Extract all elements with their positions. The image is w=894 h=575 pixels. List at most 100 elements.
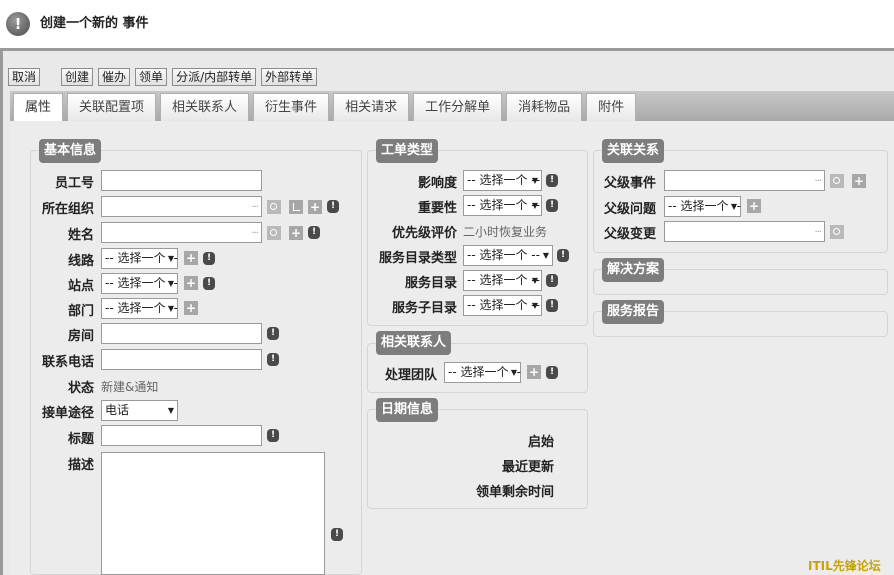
subject-input[interactable] bbox=[101, 425, 262, 446]
parent-incident-search-icon[interactable] bbox=[830, 174, 844, 188]
external-transfer-button[interactable]: 外部转单 bbox=[261, 68, 318, 86]
create-button[interactable]: 创建 bbox=[61, 68, 94, 86]
name-input[interactable]: ... bbox=[101, 222, 262, 243]
phone-info-icon: ! bbox=[267, 353, 279, 366]
line-add-icon[interactable]: + bbox=[184, 251, 198, 265]
sub-catalog-select[interactable]: -- 选择一个 -- ▼ bbox=[463, 295, 542, 316]
window-title: 创建一个新的 事件 bbox=[40, 16, 149, 31]
employee-id-input[interactable] bbox=[101, 170, 262, 191]
description-textarea[interactable] bbox=[101, 452, 325, 575]
room-input[interactable] bbox=[101, 323, 262, 344]
phone-label: 联系电话 bbox=[41, 355, 94, 370]
parent-change-search-icon[interactable] bbox=[830, 225, 844, 239]
relations-legend: 关联关系 bbox=[602, 139, 665, 163]
claim-button[interactable]: 领单 bbox=[135, 68, 168, 86]
status-value: 新建&通知 bbox=[101, 380, 159, 394]
org-search-icon[interactable] bbox=[267, 200, 281, 214]
phone-input[interactable] bbox=[101, 349, 262, 370]
catalog-type-select[interactable]: -- 选择一个 -- ▼ bbox=[463, 245, 553, 266]
parent-problem-add-icon[interactable]: + bbox=[747, 199, 761, 213]
parent-incident-label: 父级事件 bbox=[604, 176, 657, 191]
impact-select[interactable]: -- 选择一个 -- ▼ bbox=[463, 170, 542, 191]
name-add-icon[interactable]: + bbox=[289, 226, 303, 240]
subject-info-icon: ! bbox=[267, 429, 279, 442]
dispatch-button[interactable]: 分派/内部转单 bbox=[172, 68, 257, 86]
parent-problem-select[interactable]: -- 选择一个 -- ▼ bbox=[664, 196, 741, 217]
title-bar: ! 创建一个新的 事件 bbox=[0, 0, 894, 48]
start-date-label: 启始 bbox=[527, 435, 554, 450]
tab-linked-ci[interactable]: 关联配置项 bbox=[67, 93, 157, 121]
impact-info-icon: ! bbox=[546, 174, 558, 187]
team-add-icon[interactable]: + bbox=[527, 365, 541, 379]
line-label: 线路 bbox=[67, 254, 94, 269]
tab-work-orders[interactable]: 工作分解单 bbox=[413, 93, 503, 121]
tab-derived-incidents[interactable]: 衍生事件 bbox=[253, 93, 330, 121]
line-info-icon: ! bbox=[203, 252, 215, 265]
impact-label: 影响度 bbox=[417, 176, 457, 191]
tab-contacts[interactable]: 相关联系人 bbox=[160, 93, 250, 121]
tab-related-requests[interactable]: 相关请求 bbox=[333, 93, 410, 121]
tab-consumables[interactable]: 消耗物品 bbox=[506, 93, 583, 121]
subject-label: 标题 bbox=[67, 432, 94, 447]
ticket-type-legend: 工单类型 bbox=[376, 139, 439, 163]
solution-legend[interactable]: 解决方案 bbox=[602, 258, 665, 282]
employee-id-label: 员工号 bbox=[54, 176, 94, 191]
site-select[interactable]: -- 选择一个 -- ▼ bbox=[101, 273, 178, 294]
priority-value: 二小时恢复业务 bbox=[463, 225, 548, 239]
urgency-info-icon: ! bbox=[546, 199, 558, 212]
basic-info-legend: 基本信息 bbox=[39, 139, 102, 163]
claim-remaining-label: 领单剩余时间 bbox=[475, 485, 554, 500]
dates-legend: 日期信息 bbox=[376, 398, 439, 422]
dept-select[interactable]: -- 选择一个 -- ▼ bbox=[101, 298, 178, 319]
last-updated-label: 最近更新 bbox=[501, 460, 554, 475]
catalog-label: 服务目录 bbox=[404, 276, 457, 291]
remind-button[interactable]: 催办 bbox=[98, 68, 131, 86]
tab-bar: 属性 关联配置项 相关联系人 衍生事件 相关请求 工作分解单 消耗物品 附件 bbox=[13, 93, 637, 121]
sub-catalog-label: 服务子目录 bbox=[391, 301, 457, 316]
urgency-label: 重要性 bbox=[417, 201, 457, 216]
dept-label: 部门 bbox=[67, 304, 94, 319]
parent-change-label: 父级变更 bbox=[604, 227, 657, 242]
team-info-icon: ! bbox=[546, 366, 558, 379]
line-select[interactable]: -- 选择一个 -- ▼ bbox=[101, 248, 178, 269]
watermark: ITIL先锋论坛 bbox=[808, 559, 881, 573]
sub-catalog-info-icon: ! bbox=[546, 299, 558, 312]
parent-incident-add-icon[interactable]: + bbox=[852, 174, 866, 188]
org-info-icon: ! bbox=[327, 200, 339, 213]
room-info-icon: ! bbox=[267, 327, 279, 340]
org-add-icon[interactable]: + bbox=[308, 200, 322, 214]
dept-add-icon[interactable]: + bbox=[184, 301, 198, 315]
parent-problem-label: 父级问题 bbox=[604, 202, 657, 217]
urgency-select[interactable]: -- 选择一个 -- ▼ bbox=[463, 195, 542, 216]
team-label: 处理团队 bbox=[384, 368, 437, 383]
status-label: 状态 bbox=[67, 381, 94, 396]
team-select[interactable]: -- 选择一个 -- ▼ bbox=[444, 362, 521, 383]
catalog-select[interactable]: -- 选择一个 -- ▼ bbox=[463, 270, 542, 291]
alert-icon: ! bbox=[6, 12, 30, 36]
description-info-icon: ! bbox=[331, 528, 343, 541]
action-toolbar: 取消 创建 催办 领单 分派/内部转单 外部转单 bbox=[8, 68, 318, 86]
description-label: 描述 bbox=[67, 458, 94, 473]
channel-select[interactable]: 电话 ▼ bbox=[101, 400, 178, 421]
org-label: 所在组织 bbox=[41, 202, 94, 217]
cancel-button[interactable]: 取消 bbox=[8, 68, 41, 86]
room-label: 房间 bbox=[67, 329, 94, 344]
parent-incident-input[interactable]: ... bbox=[664, 170, 825, 191]
name-info-icon: ! bbox=[308, 226, 320, 239]
site-add-icon[interactable]: + bbox=[184, 276, 198, 290]
name-search-icon[interactable] bbox=[267, 226, 281, 240]
priority-label: 优先级评价 bbox=[391, 226, 457, 241]
catalog-type-info-icon: ! bbox=[557, 249, 569, 262]
tab-properties[interactable]: 属性 bbox=[13, 93, 64, 121]
org-tree-icon[interactable] bbox=[289, 200, 303, 214]
org-input[interactable]: ... bbox=[101, 196, 262, 217]
channel-label: 接单途径 bbox=[41, 406, 94, 421]
catalog-type-label: 服务目录类型 bbox=[378, 251, 457, 266]
site-info-icon: ! bbox=[203, 277, 215, 290]
contacts-legend: 相关联系人 bbox=[376, 331, 452, 355]
catalog-info-icon: ! bbox=[546, 274, 558, 287]
site-label: 站点 bbox=[67, 279, 94, 294]
tab-attachments[interactable]: 附件 bbox=[586, 93, 637, 121]
report-legend[interactable]: 服务报告 bbox=[602, 300, 665, 324]
parent-change-input[interactable]: ... bbox=[664, 221, 825, 242]
